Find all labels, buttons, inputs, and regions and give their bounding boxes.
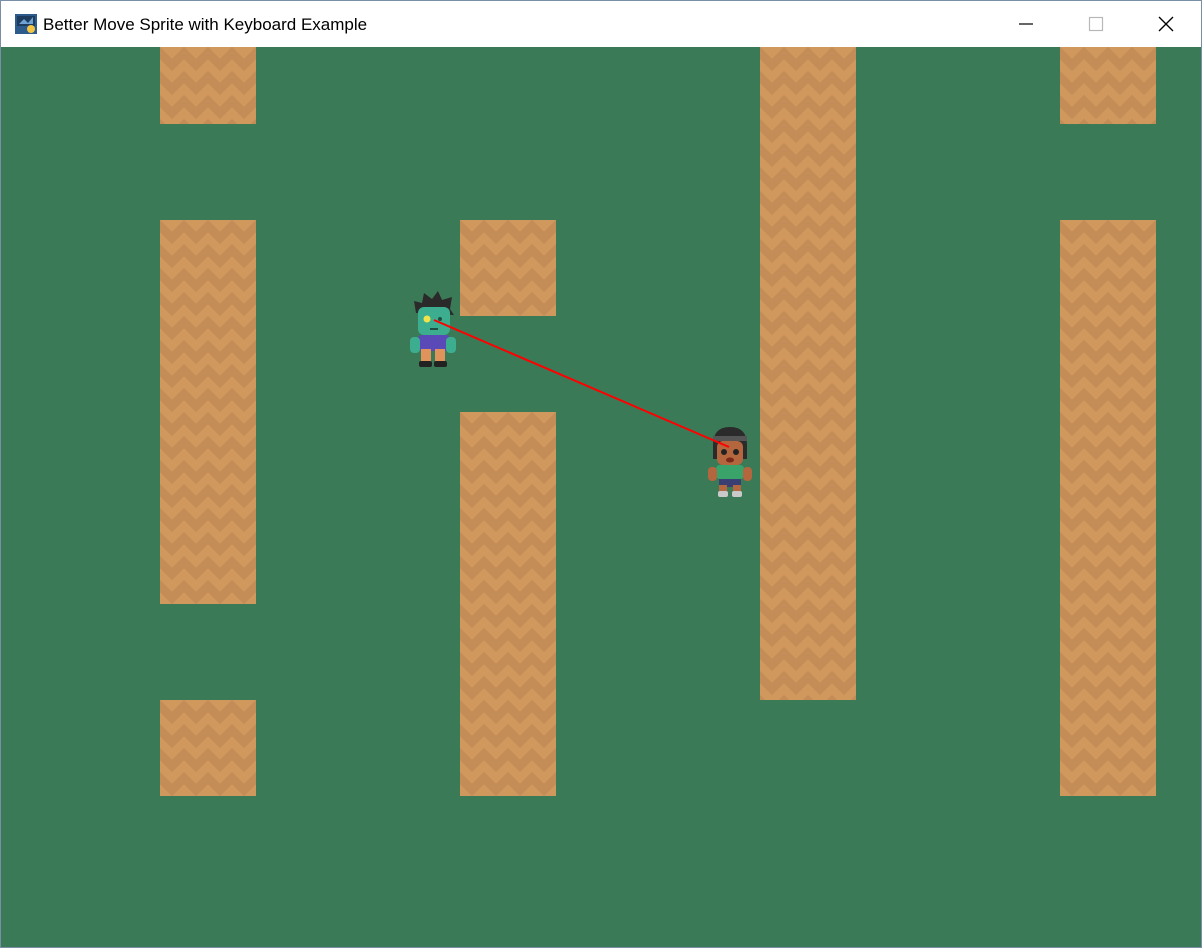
close-icon: [1158, 16, 1174, 32]
line-of-sight-overlay: [433, 319, 730, 448]
minimize-icon: [1019, 23, 1033, 25]
app-window: Better Move Sprite with Keyboard Example: [0, 0, 1202, 948]
title-bar[interactable]: Better Move Sprite with Keyboard Example: [1, 1, 1201, 47]
line-of-sight: [433, 319, 730, 448]
game-canvas[interactable]: [1, 47, 1201, 947]
minimize-button[interactable]: [991, 1, 1061, 47]
close-button[interactable]: [1131, 1, 1201, 47]
maximize-button[interactable]: [1061, 1, 1131, 47]
window-title: Better Move Sprite with Keyboard Example: [43, 15, 368, 34]
maximize-icon: [1088, 16, 1104, 32]
python-arcade-icon: [15, 14, 37, 34]
